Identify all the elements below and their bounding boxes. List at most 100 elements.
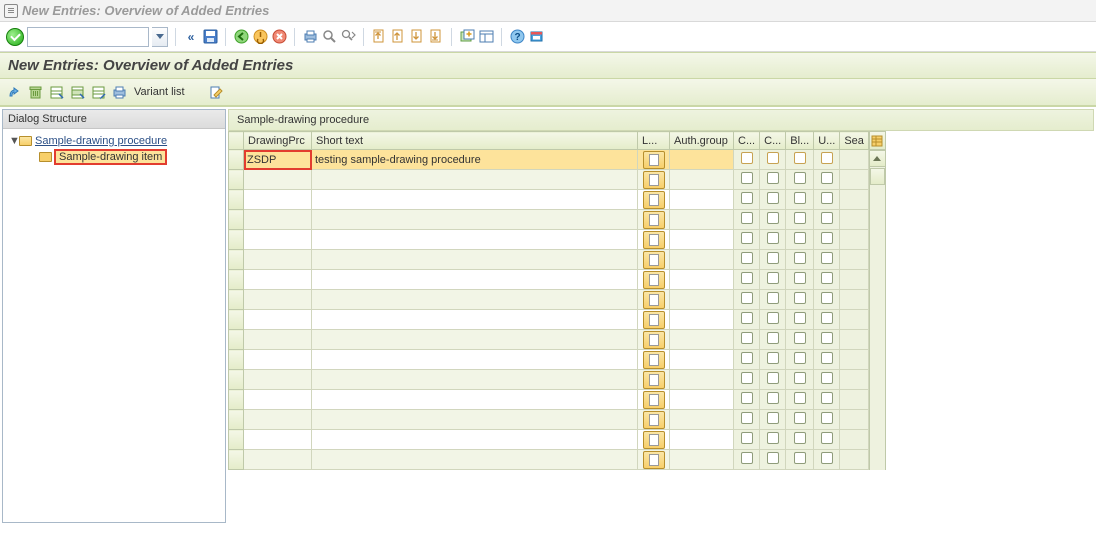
cell-u[interactable]	[814, 210, 840, 230]
checkbox[interactable]	[741, 212, 753, 224]
checkbox[interactable]	[794, 312, 806, 324]
checkbox[interactable]	[794, 452, 806, 464]
cell-u[interactable]	[814, 170, 840, 190]
cell-u[interactable]	[814, 230, 840, 250]
select-all-icon[interactable]	[48, 84, 64, 100]
cell-long-text-btn[interactable]	[638, 190, 670, 210]
cell-c1[interactable]	[734, 390, 760, 410]
checkbox[interactable]	[821, 192, 833, 204]
checkbox[interactable]	[794, 172, 806, 184]
cell-bl[interactable]	[786, 270, 814, 290]
expand-icon[interactable]	[6, 84, 22, 100]
checkbox[interactable]	[741, 172, 753, 184]
checkbox[interactable]	[821, 152, 833, 164]
cell-auth-group[interactable]	[670, 430, 734, 450]
checkbox[interactable]	[821, 412, 833, 424]
cell-c1[interactable]	[734, 430, 760, 450]
cell-long-text-btn[interactable]	[638, 410, 670, 430]
document-icon[interactable]	[643, 451, 665, 469]
cell-short-text[interactable]	[312, 270, 638, 290]
cell-long-text-btn[interactable]	[638, 170, 670, 190]
document-icon[interactable]	[643, 391, 665, 409]
cell-long-text-btn[interactable]	[638, 270, 670, 290]
table-row[interactable]	[229, 290, 869, 310]
checkbox[interactable]	[767, 352, 779, 364]
checkbox[interactable]	[794, 332, 806, 344]
checkbox[interactable]	[741, 292, 753, 304]
cell-u[interactable]	[814, 450, 840, 470]
cell-u[interactable]	[814, 290, 840, 310]
checkbox[interactable]	[767, 172, 779, 184]
cell-c2[interactable]	[760, 190, 786, 210]
prev-page-icon[interactable]	[390, 29, 406, 45]
cell-u[interactable]	[814, 270, 840, 290]
select-block-icon[interactable]	[69, 84, 85, 100]
cancel-icon[interactable]	[271, 29, 287, 45]
checkbox[interactable]	[767, 232, 779, 244]
checkbox[interactable]	[767, 212, 779, 224]
checkbox[interactable]	[741, 372, 753, 384]
tree-node-child[interactable]: Sample-drawing item	[39, 149, 219, 165]
cell-long-text-btn[interactable]	[638, 390, 670, 410]
col-long-text[interactable]: L...	[638, 132, 670, 150]
checkbox[interactable]	[767, 432, 779, 444]
checkbox[interactable]	[794, 272, 806, 284]
cell-drawingprc[interactable]	[244, 250, 312, 270]
checkbox[interactable]	[794, 412, 806, 424]
cell-c2[interactable]	[760, 230, 786, 250]
row-selector[interactable]	[229, 350, 244, 370]
cell-u[interactable]	[814, 250, 840, 270]
checkbox[interactable]	[821, 392, 833, 404]
checkbox[interactable]	[794, 352, 806, 364]
col-short-text[interactable]: Short text	[312, 132, 638, 150]
row-selector[interactable]	[229, 450, 244, 470]
first-page-icon[interactable]	[371, 29, 387, 45]
checkbox[interactable]	[794, 212, 806, 224]
last-page-icon[interactable]	[428, 29, 444, 45]
checkbox[interactable]	[741, 392, 753, 404]
row-selector[interactable]	[229, 370, 244, 390]
cell-short-text[interactable]: testing sample-drawing procedure	[312, 150, 638, 170]
row-selector[interactable]	[229, 230, 244, 250]
checkbox[interactable]	[741, 252, 753, 264]
tree-node-root[interactable]: ▼ Sample-drawing procedure	[9, 133, 219, 149]
cell-drawingprc[interactable]	[244, 230, 312, 250]
cell-bl[interactable]	[786, 210, 814, 230]
cell-c2[interactable]	[760, 270, 786, 290]
checkbox[interactable]	[794, 152, 806, 164]
cell-short-text[interactable]	[312, 210, 638, 230]
checkbox[interactable]	[767, 252, 779, 264]
cell-c1[interactable]	[734, 410, 760, 430]
cell-short-text[interactable]	[312, 170, 638, 190]
document-icon[interactable]	[643, 171, 665, 189]
checkbox[interactable]	[767, 332, 779, 344]
checkbox[interactable]	[741, 232, 753, 244]
document-icon[interactable]	[643, 431, 665, 449]
row-selector[interactable]	[229, 170, 244, 190]
cell-c2[interactable]	[760, 290, 786, 310]
cell-c1[interactable]	[734, 210, 760, 230]
checkbox[interactable]	[821, 352, 833, 364]
checkbox[interactable]	[767, 392, 779, 404]
cell-auth-group[interactable]	[670, 270, 734, 290]
checkbox[interactable]	[767, 292, 779, 304]
checkbox[interactable]	[767, 452, 779, 464]
print2-icon[interactable]	[111, 84, 127, 100]
find-next-icon[interactable]	[340, 29, 356, 45]
cell-short-text[interactable]	[312, 290, 638, 310]
tree-child-label[interactable]: Sample-drawing item	[55, 150, 166, 164]
cell-long-text-btn[interactable]	[638, 290, 670, 310]
cell-c1[interactable]	[734, 230, 760, 250]
cell-c2[interactable]	[760, 250, 786, 270]
tree-root-label[interactable]: Sample-drawing procedure	[35, 135, 167, 147]
cell-long-text-btn[interactable]	[638, 370, 670, 390]
document-icon[interactable]	[643, 351, 665, 369]
cell-auth-group[interactable]	[670, 210, 734, 230]
cell-c2[interactable]	[760, 170, 786, 190]
checkbox[interactable]	[741, 332, 753, 344]
cell-drawingprc[interactable]	[244, 450, 312, 470]
cell-u[interactable]	[814, 330, 840, 350]
col-c1[interactable]: C...	[734, 132, 760, 150]
cell-drawingprc[interactable]	[244, 210, 312, 230]
cell-c2[interactable]	[760, 350, 786, 370]
